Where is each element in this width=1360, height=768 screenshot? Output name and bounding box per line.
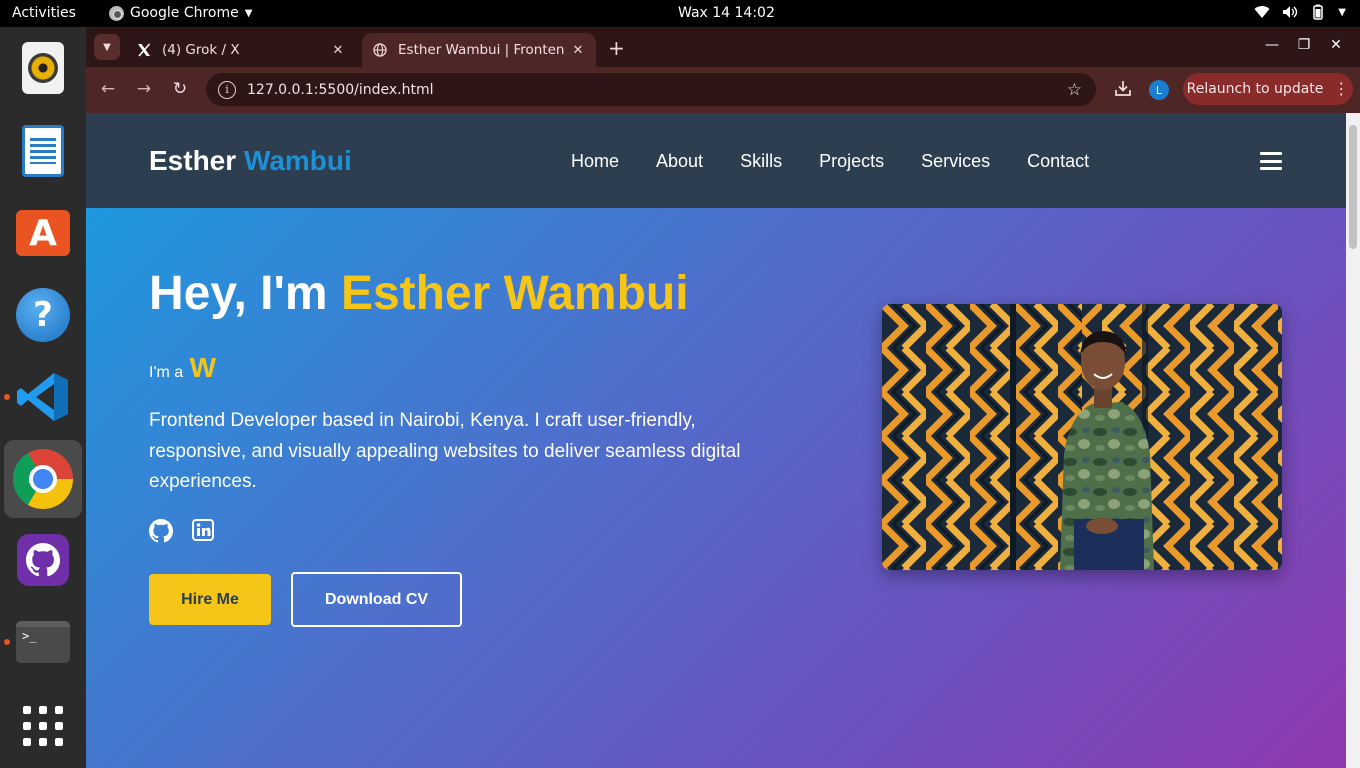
bookmark-star-icon[interactable]: ☆ — [1067, 80, 1082, 100]
close-tab-icon[interactable]: ✕ — [570, 43, 586, 58]
help-icon: ? — [16, 288, 70, 342]
brand-first-name: Esther — [149, 145, 237, 176]
vscode-launcher[interactable] — [4, 358, 82, 436]
wifi-icon — [1254, 6, 1270, 19]
libreoffice-writer-icon — [22, 125, 64, 177]
download-cv-button[interactable]: Download CV — [291, 572, 462, 627]
rhythmbox-icon — [22, 42, 64, 94]
chevron-down-icon: ▼ — [1338, 6, 1346, 18]
hero-greeting: Hey, I'm — [149, 267, 328, 320]
tab-search-button[interactable]: ▼ — [94, 34, 120, 60]
tab-title: (4) Grok / X — [162, 42, 240, 58]
brand-last-name: Wambui — [243, 145, 352, 176]
terminal-launcher[interactable]: >_ — [4, 603, 82, 681]
nav-link-contact[interactable]: Contact — [1027, 151, 1089, 172]
profile-photo — [882, 304, 1282, 570]
app-center-launcher[interactable]: A — [4, 194, 82, 272]
dock: A ? >_ — [0, 27, 86, 768]
site-info-icon[interactable]: i — [218, 80, 236, 99]
scrollbar-thumb[interactable] — [1349, 125, 1357, 249]
site-logo[interactable]: Esther Wambui — [149, 145, 352, 177]
chrome-launcher[interactable] — [4, 440, 82, 518]
battery-icon — [1313, 4, 1324, 20]
hero-section: Hey, I'm Esther Wambui I'm a W Frontend … — [86, 208, 1346, 768]
nav-link-projects[interactable]: Projects — [819, 151, 884, 172]
download-icon[interactable] — [1114, 79, 1132, 101]
volume-icon — [1283, 6, 1298, 18]
tab-title: Esther Wambui | Fronten — [398, 42, 565, 58]
social-links — [149, 519, 214, 547]
chevron-down-icon: ▼ — [244, 7, 253, 19]
hero-name: Esther Wambui — [340, 267, 689, 320]
rhythmbox-launcher[interactable] — [4, 29, 82, 107]
forward-arrow-icon[interactable]: → — [133, 79, 155, 101]
github-icon[interactable] — [149, 519, 174, 547]
tab-grok[interactable]: (4) Grok / X ✕ — [126, 33, 356, 67]
system-top-bar: Activities Google Chrome ▼ Wax 14 14:02 … — [0, 0, 1360, 27]
window-controls: — ❐ ✕ — [1256, 37, 1352, 57]
writer-launcher[interactable] — [4, 112, 82, 190]
nav-link-skills[interactable]: Skills — [740, 151, 782, 172]
profile-avatar[interactable]: L — [1149, 80, 1169, 100]
reload-icon[interactable]: ↻ — [169, 79, 191, 101]
close-window-icon[interactable]: ✕ — [1320, 37, 1352, 57]
app-menu[interactable]: Google Chrome ▼ — [109, 5, 252, 21]
hero-sub-prefix: I'm a — [149, 364, 184, 381]
github-desktop-icon — [17, 534, 69, 586]
show-apps-button[interactable] — [4, 687, 82, 765]
nav-link-about[interactable]: About — [656, 151, 703, 172]
site-navbar: Esther Wambui Home About Skills Projects… — [86, 113, 1346, 208]
hero-title: Hey, I'm Esther Wambui — [149, 266, 689, 321]
page-scrollbar[interactable] — [1346, 113, 1360, 768]
github-desktop-launcher[interactable] — [4, 521, 82, 599]
browser-toolbar: ← → ↻ i 127.0.0.1:5500/index.html ☆ L Re… — [86, 67, 1360, 113]
hamburger-menu-icon[interactable] — [1260, 152, 1282, 170]
activities-button[interactable]: Activities — [12, 5, 76, 21]
back-arrow-icon[interactable]: ← — [97, 79, 119, 101]
chrome-app-icon — [109, 5, 124, 21]
chevron-down-icon: ▼ — [103, 41, 111, 53]
nav-link-home[interactable]: Home — [571, 151, 619, 172]
nav-link-services[interactable]: Services — [921, 151, 990, 172]
browser-window: ▼ (4) Grok / X ✕ Esther Wambui | Fronten… — [86, 27, 1360, 768]
tab-strip: ▼ (4) Grok / X ✕ Esther Wambui | Fronten… — [86, 27, 1360, 67]
app-menu-label: Google Chrome — [130, 5, 239, 21]
close-tab-icon[interactable]: ✕ — [330, 43, 346, 58]
linkedin-icon[interactable] — [192, 519, 214, 547]
minimize-icon[interactable]: — — [1256, 37, 1288, 57]
relaunch-label: Relaunch to update — [1186, 81, 1324, 97]
url-text[interactable]: 127.0.0.1:5500/index.html — [247, 82, 1067, 98]
relaunch-update-button[interactable]: Relaunch to update ⋮ — [1183, 73, 1353, 105]
help-launcher[interactable]: ? — [4, 276, 82, 354]
system-tray[interactable]: ▼ — [1254, 4, 1346, 20]
new-tab-plus-icon[interactable]: + — [608, 36, 625, 60]
x-logo-icon — [136, 42, 152, 58]
typed-role-text: W — [189, 352, 217, 383]
globe-icon — [372, 42, 388, 58]
chrome-icon — [13, 449, 73, 509]
vscode-icon — [17, 373, 68, 421]
more-menu-icon: ⋮ — [1333, 79, 1350, 98]
hero-subtitle: I'm a W — [149, 352, 216, 384]
hero-description: Frontend Developer based in Nairobi, Ken… — [149, 410, 741, 492]
show-apps-icon — [23, 706, 63, 746]
restore-icon[interactable]: ❐ — [1288, 37, 1320, 57]
app-center-icon: A — [16, 210, 70, 256]
tab-portfolio[interactable]: Esther Wambui | Fronten ✕ — [362, 33, 596, 67]
clock[interactable]: Wax 14 14:02 — [678, 5, 775, 21]
hire-me-button[interactable]: Hire Me — [149, 574, 271, 625]
nav-links: Home About Skills Projects Services Cont… — [571, 151, 1126, 172]
page-viewport: Esther Wambui Home About Skills Projects… — [86, 113, 1360, 768]
address-bar[interactable]: i 127.0.0.1:5500/index.html ☆ — [206, 73, 1096, 106]
terminal-icon: >_ — [16, 621, 70, 663]
